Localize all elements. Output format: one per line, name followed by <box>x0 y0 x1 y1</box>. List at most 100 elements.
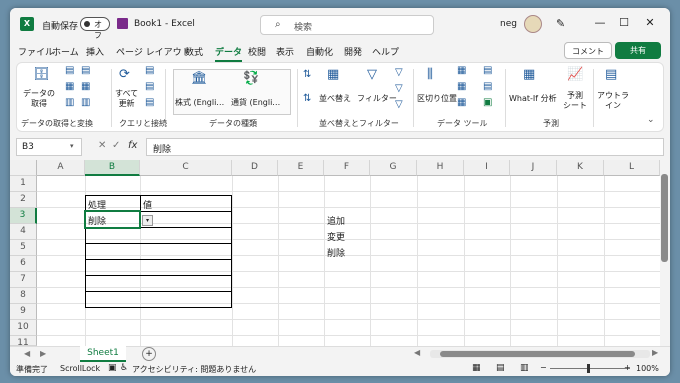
status-accessibility[interactable]: アクセシビリティ: 問題ありません <box>132 364 256 375</box>
insert-function-button[interactable]: fx <box>128 140 137 151</box>
remove-duplicates-icon[interactable]: ▦ <box>457 81 466 92</box>
data-validation-icon[interactable]: ▦ <box>457 97 466 108</box>
zoom-slider[interactable] <box>550 368 630 369</box>
tab-insert[interactable]: 挿入 <box>86 45 104 58</box>
row-header-7[interactable]: 7 <box>10 272 37 288</box>
sort-button[interactable]: 並べ替え <box>319 93 351 104</box>
collapse-ribbon-icon[interactable]: ⌄ <box>647 115 655 125</box>
row-header-10[interactable]: 10 <box>10 320 37 336</box>
tab-page-layout[interactable]: ページ レイアウト <box>116 45 191 58</box>
cancel-icon[interactable]: ✕ <box>98 140 106 151</box>
row-header-4[interactable]: 4 <box>10 224 37 240</box>
table-range-icon[interactable]: ▥ <box>65 97 74 108</box>
column-header-h[interactable]: H <box>417 160 464 176</box>
advanced-filter-icon[interactable]: ▽ <box>395 99 403 110</box>
select-all-corner[interactable] <box>10 160 37 176</box>
row-header-11[interactable]: 11 <box>10 336 37 348</box>
column-header-f[interactable]: F <box>324 160 370 176</box>
consolidate-icon[interactable]: ▤ <box>483 65 492 76</box>
cell-f4[interactable]: 変更 <box>324 228 348 245</box>
tab-review[interactable]: 校閲 <box>248 45 266 58</box>
column-header-d[interactable]: D <box>232 160 278 176</box>
tab-help[interactable]: ヘルプ <box>372 45 399 58</box>
prev-sheet-icon[interactable]: ◀ <box>24 349 30 358</box>
row-header-2[interactable]: 2 <box>10 192 37 208</box>
row-header-9[interactable]: 9 <box>10 304 37 320</box>
scroll-right-icon[interactable]: ▶ <box>652 348 658 357</box>
column-header-k[interactable]: K <box>557 160 604 176</box>
column-header-j[interactable]: J <box>510 160 557 176</box>
add-sheet-button[interactable]: + <box>142 347 156 361</box>
sheet-tab-sheet1[interactable]: Sheet1 <box>80 346 126 362</box>
tab-view[interactable]: 表示 <box>276 45 294 58</box>
sort-za-icon[interactable]: ⇅ <box>303 93 311 104</box>
tab-automate[interactable]: 自動化 <box>306 45 333 58</box>
row-header-3[interactable]: 3 <box>10 208 37 224</box>
text-to-columns-button[interactable]: 区切り位置 <box>417 93 457 104</box>
tab-formulas[interactable]: 数式 <box>185 45 203 58</box>
maximize-icon[interactable]: ☐ <box>614 16 634 29</box>
page-layout-view-icon[interactable]: ▤ <box>496 363 505 373</box>
tab-developer[interactable]: 開発 <box>344 45 362 58</box>
zoom-out-icon[interactable]: − <box>540 363 547 372</box>
zoom-in-icon[interactable]: + <box>624 363 631 372</box>
column-header-b[interactable]: B <box>85 160 140 176</box>
macro-record-icon[interactable]: ▣ <box>108 363 117 373</box>
column-header-i[interactable]: I <box>464 160 510 176</box>
column-header-e[interactable]: E <box>278 160 324 176</box>
existing-connections-icon[interactable]: ▦ <box>81 81 90 92</box>
name-box-dropdown-icon[interactable]: ▾ <box>70 142 74 150</box>
tab-home[interactable]: ホーム <box>52 45 79 58</box>
page-break-view-icon[interactable]: ▥ <box>520 363 529 373</box>
relationships-icon[interactable]: ▤ <box>483 81 492 92</box>
text-csv-icon[interactable]: ▤ <box>65 65 74 76</box>
filter-button[interactable]: フィルター <box>357 93 397 104</box>
accessibility-icon[interactable]: ♿ <box>120 363 128 373</box>
tab-file[interactable]: ファイル <box>18 45 54 58</box>
from-picture-icon[interactable]: ▥ <box>81 97 90 108</box>
search-box[interactable]: ⌕ 検索 <box>260 15 434 35</box>
sort-az-icon[interactable]: ⇅ <box>303 69 311 80</box>
edit-links-icon[interactable]: ▤ <box>145 97 154 108</box>
what-if-button[interactable]: What-If 分析 <box>509 93 557 104</box>
horizontal-scroll-thumb[interactable] <box>440 351 635 357</box>
worksheet-grid[interactable]: A B C D E F G H I J K L 1 2 3 4 5 6 7 8 … <box>10 160 660 348</box>
save-icon[interactable] <box>117 18 128 29</box>
minimize-icon[interactable]: — <box>590 16 610 29</box>
cell-f5[interactable]: 削除 <box>324 244 348 261</box>
currencies-button[interactable]: 通貨 (Engli… <box>231 97 280 108</box>
zoom-level[interactable]: 100% <box>636 364 659 373</box>
row-header-5[interactable]: 5 <box>10 240 37 256</box>
close-icon[interactable]: ✕ <box>640 16 660 29</box>
stocks-button[interactable]: 株式 (Engli… <box>175 97 224 108</box>
data-validation-dropdown-icon[interactable]: ▾ <box>142 215 153 226</box>
tab-data[interactable]: データ <box>215 45 243 62</box>
pen-icon[interactable]: ✎ <box>556 17 565 30</box>
column-header-g[interactable]: G <box>370 160 417 176</box>
next-sheet-icon[interactable]: ▶ <box>40 349 46 358</box>
recent-sources-icon[interactable]: ▤ <box>81 65 90 76</box>
comment-button[interactable]: コメント <box>564 42 612 59</box>
autosave-toggle[interactable]: オフ <box>80 17 110 40</box>
row-header-8[interactable]: 8 <box>10 288 37 304</box>
column-header-c[interactable]: C <box>140 160 232 176</box>
get-data-button[interactable]: データの 取得 <box>23 89 55 109</box>
cell-f3[interactable]: 追加 <box>324 212 348 229</box>
avatar[interactable] <box>524 15 542 33</box>
flash-fill-icon[interactable]: ▦ <box>457 65 466 76</box>
share-button[interactable]: 共有 <box>615 42 661 59</box>
cell-c2[interactable]: 値 <box>140 196 155 213</box>
properties-icon[interactable]: ▤ <box>145 81 154 92</box>
zoom-slider-thumb[interactable] <box>587 364 590 373</box>
clear-filter-icon[interactable]: ▽ <box>395 67 403 78</box>
row-header-1[interactable]: 1 <box>10 176 37 192</box>
row-header-6[interactable]: 6 <box>10 256 37 272</box>
forecast-sheet-button[interactable]: 予測 シート <box>563 91 587 111</box>
vertical-scroll-thumb[interactable] <box>661 174 668 262</box>
user-name[interactable]: neg <box>500 19 517 29</box>
data-model-icon[interactable]: ▣ <box>483 97 492 108</box>
enter-icon[interactable]: ✓ <box>112 140 120 151</box>
web-icon[interactable]: ▦ <box>65 81 74 92</box>
reapply-filter-icon[interactable]: ▽ <box>395 83 403 94</box>
normal-view-icon[interactable]: ▦ <box>472 363 481 373</box>
